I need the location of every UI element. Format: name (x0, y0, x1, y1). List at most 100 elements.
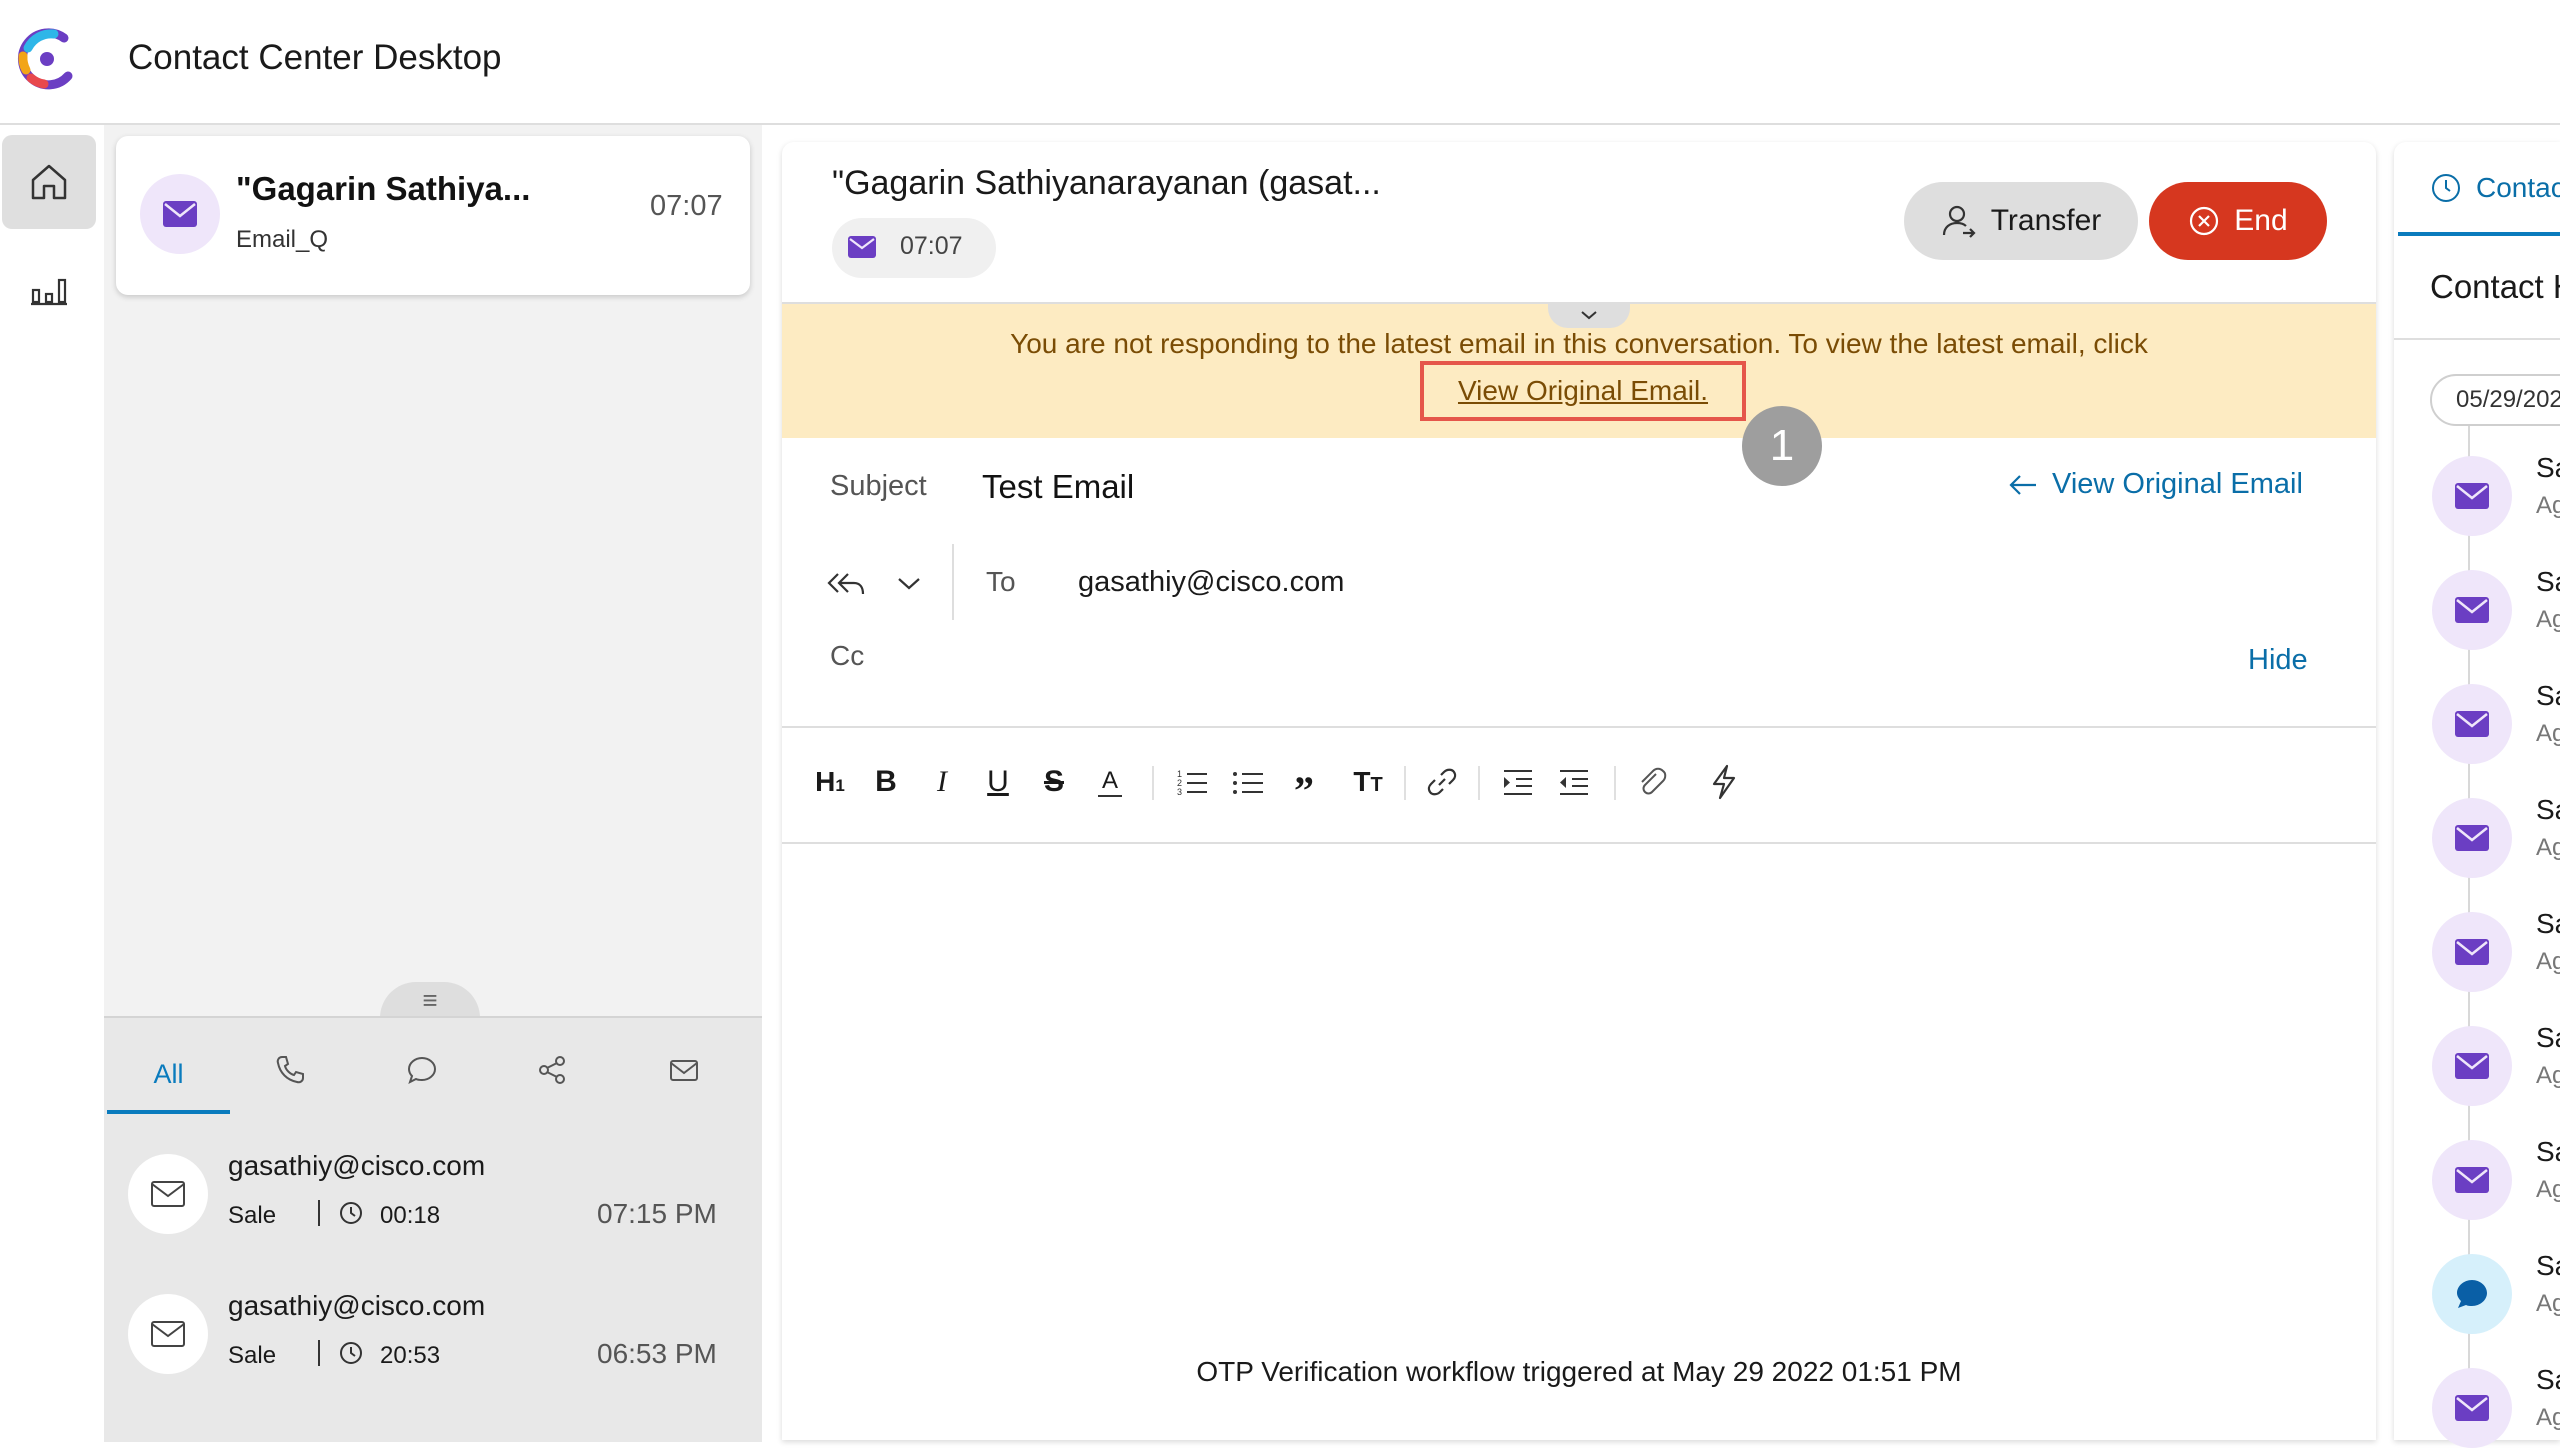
history-tab-chat[interactable] (382, 1034, 462, 1106)
envelope-icon (151, 1321, 185, 1347)
contact-history-item-title: Sa (2536, 908, 2560, 939)
reply-all-icon (827, 573, 865, 595)
link-icon (1427, 768, 1457, 796)
history-item-email: gasathiy@cisco.com (228, 1150, 486, 1181)
contact-history-item-title: Sa (2536, 1022, 2560, 1053)
contact-history-item-icon[interactable] (2432, 684, 2512, 764)
email-icon (848, 236, 876, 258)
bullet-list-button[interactable] (1226, 758, 1270, 806)
bold-button[interactable]: B (864, 758, 908, 806)
underline-button[interactable]: U (976, 758, 1020, 806)
contact-history-item-title: Sa (2536, 452, 2560, 483)
divider (2394, 338, 2560, 340)
email-task-avatar (140, 174, 220, 254)
hide-cc-button[interactable]: Hide (2248, 644, 2308, 677)
chat-icon (2457, 1280, 2487, 1308)
heading-button[interactable]: H1 (808, 758, 852, 806)
reply-all-button[interactable] (826, 566, 866, 605)
attachment-icon (1641, 767, 1667, 795)
text-size-button[interactable]: TT (1346, 758, 1390, 806)
banner-link-highlight: View Original Email. (1420, 361, 1746, 421)
divider (952, 544, 954, 620)
view-original-email-link[interactable]: View Original Email. (1458, 375, 1708, 407)
separator (318, 1340, 320, 1366)
history-item-queue: Sale (228, 1202, 277, 1229)
contact-history-item-icon[interactable] (2432, 570, 2512, 650)
active-tab-indicator (2398, 232, 2560, 236)
date-filter[interactable]: 05/29/202 (2430, 374, 2560, 426)
step-callout-badge: 1 (1742, 406, 1822, 486)
task-timer: 07:07 (650, 190, 723, 222)
contact-history-item-icon[interactable] (2432, 1026, 2512, 1106)
contact-history-item-icon[interactable] (2432, 456, 2512, 536)
history-tab-social[interactable] (512, 1034, 592, 1106)
history-tab-voice[interactable] (250, 1034, 330, 1106)
contact-history-title: Contact H (2430, 268, 2560, 305)
email-body-text[interactable]: OTP Verification workflow triggered at M… (782, 1356, 2376, 1388)
arrow-left-icon (2009, 474, 2036, 495)
subject-value: Test Email (982, 468, 1135, 505)
cc-label[interactable]: Cc (830, 640, 864, 672)
strikethrough-button[interactable]: S (1032, 758, 1076, 806)
history-tab-all[interactable]: All (107, 1034, 230, 1114)
lightning-icon (1712, 764, 1736, 800)
chat-icon (407, 1056, 437, 1084)
history-item-duration: 00:18 (380, 1202, 441, 1229)
svg-text:3: 3 (1177, 787, 1182, 797)
home-icon (31, 164, 67, 200)
reply-options-dropdown[interactable] (892, 566, 926, 605)
outdent-button[interactable] (1552, 758, 1596, 806)
history-item-avatar (128, 1294, 208, 1374)
stats-nav-button[interactable] (2, 241, 96, 335)
end-label: End (2234, 204, 2288, 237)
email-icon (2455, 1395, 2489, 1421)
to-field[interactable]: gasathiy@cisco.com (1078, 566, 1344, 599)
bar-chart-icon (31, 278, 67, 306)
transfer-button[interactable]: Transfer (1904, 182, 2138, 260)
email-icon (2455, 597, 2489, 623)
contact-history-item-icon[interactable] (2432, 1140, 2512, 1220)
history-item-duration: 20:53 (380, 1342, 441, 1369)
contact-history-item-subtitle: Ag (2536, 834, 2560, 861)
contact-history-item-title: Sa (2536, 1364, 2560, 1395)
quote-button[interactable]: ” (1282, 758, 1326, 813)
contact-history-item-title: Sa (2536, 1250, 2560, 1281)
history-tab-email[interactable] (644, 1034, 724, 1106)
heading-icon: H1 (815, 766, 845, 797)
chevron-down-icon (1581, 311, 1597, 320)
view-original-email-button[interactable]: View Original Email (2008, 468, 2303, 501)
quote-icon: ” (1294, 767, 1314, 813)
contact-history-item-title: Sa (2536, 566, 2560, 597)
clock-icon (340, 1202, 362, 1224)
insert-link-button[interactable] (1420, 758, 1464, 806)
italic-icon: I (937, 765, 947, 798)
close-circle-icon (2190, 206, 2219, 236)
task-customer-name: "Gagarin Sathiya... (236, 170, 531, 207)
strikethrough-icon: S (1043, 765, 1064, 798)
bullet-list-icon (1233, 772, 1263, 794)
collapse-header-toggle[interactable] (1548, 302, 1630, 328)
contact-history-item-subtitle: Ag (2536, 1176, 2560, 1203)
toolbar-border (782, 842, 2376, 844)
contact-history-item-icon[interactable] (2432, 1368, 2512, 1448)
italic-button[interactable]: I (920, 758, 964, 806)
contact-history-item-icon[interactable] (2432, 798, 2512, 878)
email-icon (2455, 825, 2489, 851)
home-nav-button[interactable] (2, 135, 96, 229)
email-icon (2455, 1167, 2489, 1193)
contact-history-item-icon[interactable] (2432, 912, 2512, 992)
contact-history-item-subtitle: Ag (2536, 948, 2560, 975)
toolbar-separator (1614, 766, 1616, 800)
quick-reply-button[interactable] (1702, 758, 1746, 806)
envelope-icon (670, 1060, 698, 1081)
toolbar-separator (1478, 766, 1480, 800)
attachment-button[interactable] (1630, 758, 1674, 806)
contact-history-panel (2394, 142, 2560, 1440)
indent-button[interactable] (1496, 758, 1540, 806)
contact-history-item-icon[interactable] (2432, 1254, 2512, 1334)
history-item-time: 07:15 PM (597, 1198, 717, 1229)
numbered-list-button[interactable]: 123 (1170, 758, 1214, 806)
contact-history-tab[interactable]: Contac (2430, 172, 2560, 204)
end-button[interactable]: End (2149, 182, 2327, 260)
font-color-button[interactable]: A (1088, 758, 1132, 806)
